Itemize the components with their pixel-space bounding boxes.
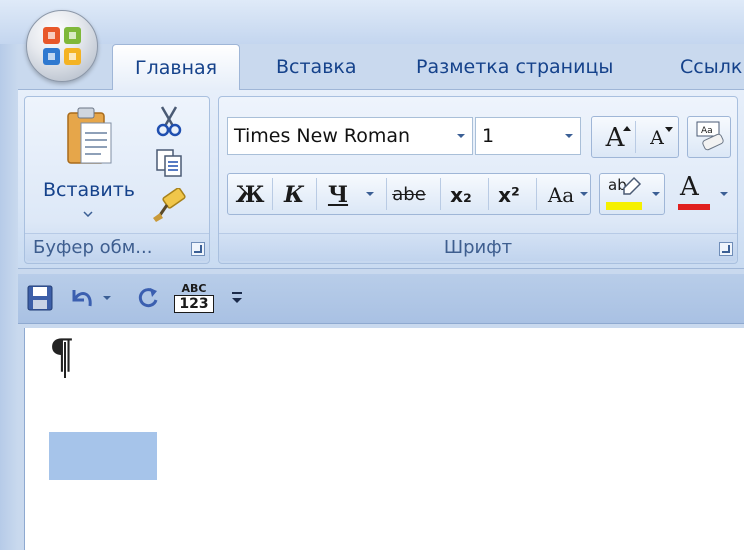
- strikethrough-label: abe: [392, 184, 426, 205]
- paste-label: Вставить: [42, 179, 135, 201]
- repeat-icon: [138, 288, 158, 308]
- office-button[interactable]: [26, 10, 98, 82]
- ribbon-tabs: Главная Вставка Разметка страницы Ссылк: [100, 44, 744, 90]
- underline-label: Ч: [327, 182, 349, 208]
- chevron-down-icon[interactable]: [450, 118, 472, 154]
- repeat-button[interactable]: [132, 280, 164, 318]
- clear-formatting-button[interactable]: Aa: [687, 116, 731, 158]
- save-icon: [27, 285, 53, 311]
- highlight-button[interactable]: ab: [599, 173, 665, 215]
- copy-icon: [156, 149, 182, 177]
- font-name-combo[interactable]: Times New Roman: [227, 117, 473, 155]
- paragraph-mark: ¶: [49, 332, 75, 378]
- spelling-123-label: 123: [174, 295, 214, 313]
- superscript-label: x²: [498, 183, 520, 207]
- cut-button[interactable]: [149, 103, 189, 139]
- grow-font-button[interactable]: A: [595, 117, 635, 157]
- italic-button[interactable]: К: [273, 174, 315, 214]
- save-button[interactable]: [24, 280, 58, 318]
- office-logo-icon: [43, 27, 81, 65]
- clipboard-group-label: Буфер обм...: [25, 233, 209, 261]
- font-group-label: Шрифт: [219, 233, 737, 261]
- chevron-down-icon: [580, 192, 588, 196]
- separator: [635, 121, 636, 153]
- chevron-down-icon: [652, 192, 660, 196]
- underline-button[interactable]: Ч: [317, 174, 359, 214]
- copy-button[interactable]: [149, 145, 189, 181]
- font-size-combo[interactable]: 1: [475, 117, 581, 155]
- paste-button[interactable]: Вставить: [39, 103, 139, 227]
- tab-page-layout[interactable]: Разметка страницы: [416, 44, 613, 90]
- spelling-abc-label: ABC: [181, 282, 207, 295]
- font-name-value: Times New Roman: [234, 125, 411, 147]
- customize-dropdown-icon: [232, 292, 242, 303]
- chevron-down-icon: [103, 296, 111, 300]
- shrink-font-label: A: [650, 127, 664, 149]
- font-size-value: 1: [482, 125, 495, 147]
- bold-label: Ж: [235, 182, 265, 208]
- scissors-icon: [156, 106, 182, 137]
- eraser-icon: Aa: [696, 121, 724, 151]
- title-bar: [0, 0, 744, 44]
- highlight-color-swatch: [606, 202, 642, 210]
- change-case-button[interactable]: Aa: [533, 174, 589, 214]
- ribbon: Вставить Буфер обм... Times New Roman 1 …: [18, 89, 744, 269]
- undo-icon: [72, 290, 92, 307]
- subscript-button[interactable]: x₂: [439, 174, 483, 214]
- chevron-down-icon: [83, 211, 93, 217]
- font-dialog-launcher[interactable]: [719, 242, 733, 256]
- chevron-down-icon: [720, 192, 728, 196]
- italic-label: К: [283, 182, 304, 208]
- spelling-button[interactable]: ABC 123: [174, 280, 214, 318]
- underline-dropdown[interactable]: [361, 174, 379, 214]
- font-color-swatch: [678, 204, 710, 210]
- bold-button[interactable]: Ж: [229, 174, 271, 214]
- format-painter-icon: [153, 187, 186, 222]
- text-selection: [49, 432, 157, 480]
- format-painter-button[interactable]: [149, 187, 189, 225]
- font-color-label: A: [680, 172, 699, 202]
- strikethrough-button[interactable]: abe: [383, 174, 435, 214]
- document-area[interactable]: ¶: [24, 328, 744, 550]
- clipboard-dialog-launcher[interactable]: [191, 242, 205, 256]
- undo-button[interactable]: [66, 280, 98, 318]
- chevron-down-icon: [366, 192, 374, 196]
- caret-up-icon: [623, 126, 631, 131]
- shrink-font-button[interactable]: A: [637, 117, 677, 157]
- font-color-button[interactable]: A: [671, 172, 733, 215]
- undo-dropdown[interactable]: [100, 280, 116, 318]
- text-cursor: [64, 342, 66, 378]
- caret-down-icon: [665, 127, 673, 132]
- subscript-label: x₂: [450, 183, 472, 207]
- highlighter-icon: [623, 176, 642, 195]
- superscript-button[interactable]: x²: [487, 174, 531, 214]
- tab-references[interactable]: Ссылк: [680, 44, 742, 90]
- tab-insert[interactable]: Вставка: [276, 44, 357, 90]
- change-case-label: Aa: [547, 183, 575, 207]
- clipboard-group: Вставить Буфер обм...: [24, 96, 210, 264]
- chevron-down-icon[interactable]: [558, 118, 580, 154]
- font-group: Times New Roman 1 A A Aa Ж К Ч abe x₂ x²…: [218, 96, 738, 264]
- clipboard-icon: [67, 107, 112, 164]
- tab-home[interactable]: Главная: [112, 44, 241, 90]
- window-edge: [0, 44, 18, 550]
- customize-qat-button[interactable]: [226, 280, 250, 318]
- quick-access-toolbar: ABC 123: [18, 274, 744, 324]
- svg-text:Aa: Aa: [701, 126, 713, 136]
